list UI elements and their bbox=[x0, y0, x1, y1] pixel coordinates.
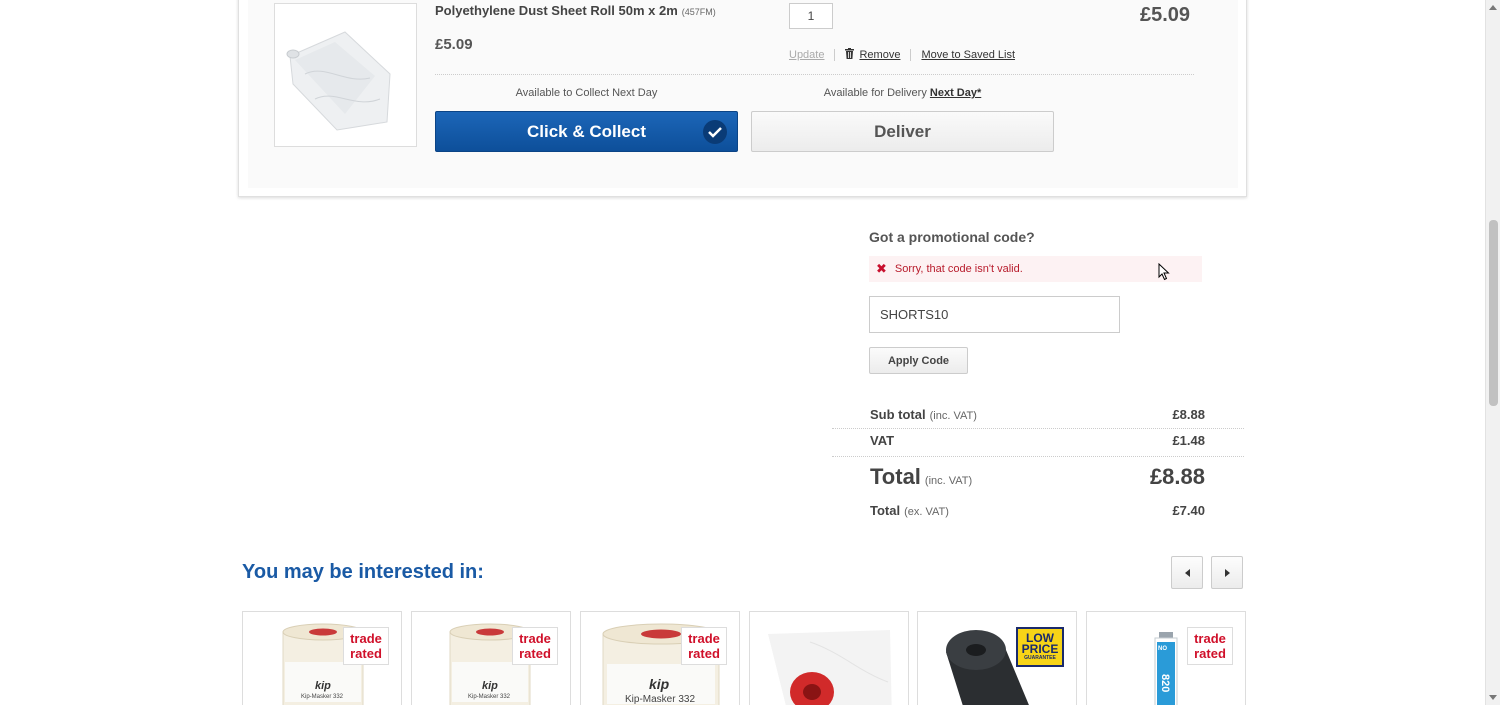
product-brand: kip bbox=[482, 680, 498, 692]
recommended-product-card[interactable]: NO 820 trade rated bbox=[1086, 611, 1246, 705]
recommended-product-card[interactable] bbox=[749, 611, 909, 705]
scrollbar-thumb[interactable] bbox=[1489, 220, 1498, 406]
vat-row: VAT £1.48 bbox=[870, 433, 1205, 448]
subtotal-label-group: Sub total (inc. VAT) bbox=[870, 406, 977, 424]
collect-availability: Available to Collect Next Day bbox=[515, 87, 658, 99]
total-value: £8.88 bbox=[1149, 464, 1205, 489]
product-name-text[interactable]: Polyethylene Dust Sheet Roll 50m x 2m bbox=[435, 3, 678, 18]
total-label: Total bbox=[870, 464, 921, 489]
plastic-sheet-roll-image bbox=[768, 630, 892, 705]
page-scrollbar[interactable] bbox=[1485, 0, 1500, 705]
move-to-saved-list-link[interactable]: Move to Saved List bbox=[921, 49, 1015, 61]
subtotal-note: (inc. VAT) bbox=[929, 410, 977, 422]
product-brand: kip bbox=[315, 680, 331, 692]
trash-icon bbox=[845, 48, 855, 59]
remove-link[interactable]: Remove bbox=[845, 48, 900, 61]
product-label: Kip-Masker 332 bbox=[625, 694, 696, 705]
subtotal-value: £8.88 bbox=[1172, 407, 1205, 422]
promo-error-message: ✖ Sorry, that code isn't valid. bbox=[869, 256, 1202, 282]
badge-trade-line2: rated bbox=[688, 646, 720, 661]
subtotal-row: Sub total (inc. VAT) £8.88 bbox=[870, 406, 1205, 424]
product-image[interactable] bbox=[274, 3, 417, 147]
delivery-availability: Available for Delivery Next Day* bbox=[751, 87, 1054, 99]
subtotal-label: Sub total bbox=[870, 407, 926, 422]
recommended-product-card[interactable]: LOW PRICE GUARANTEE bbox=[917, 611, 1077, 705]
product-label: Kip-Masker 332 bbox=[301, 694, 344, 700]
scroll-down-arrow-icon[interactable] bbox=[1489, 695, 1497, 700]
click-and-collect-button[interactable]: Click & Collect bbox=[435, 111, 738, 152]
delivery-availability-prefix: Available for Delivery bbox=[823, 87, 927, 99]
recommended-product-card[interactable]: kip Kip-Masker 332 trade rated bbox=[411, 611, 571, 705]
vat-value: £1.48 bbox=[1172, 433, 1205, 448]
trade-rated-badge: trade rated bbox=[1187, 627, 1233, 665]
total-note: (inc. VAT) bbox=[924, 475, 973, 487]
mouse-cursor-icon bbox=[1158, 263, 1170, 281]
badge-trade-line1: trade bbox=[519, 631, 551, 646]
remove-label[interactable]: Remove bbox=[859, 49, 900, 61]
promo-code-input[interactable] bbox=[869, 296, 1120, 333]
action-divider bbox=[834, 48, 836, 61]
product-side-number: 820 bbox=[1159, 674, 1171, 693]
badge-low-line2: PRICE bbox=[1021, 642, 1059, 656]
recommended-product-card[interactable]: kip Kip-Masker 332 trade rated bbox=[580, 611, 740, 705]
totals-divider bbox=[832, 456, 1244, 457]
total-ex-note: (ex. VAT) bbox=[904, 506, 949, 518]
product-label: Kip-Masker 332 bbox=[468, 694, 511, 700]
update-link[interactable]: Update bbox=[789, 49, 824, 61]
chevron-right-icon bbox=[1224, 568, 1230, 577]
unit-price: £5.09 bbox=[435, 36, 473, 53]
badge-trade-line1: trade bbox=[688, 631, 720, 646]
apply-code-button[interactable]: Apply Code bbox=[869, 347, 968, 374]
total-ex-label-group: Total (ex. VAT) bbox=[870, 502, 949, 520]
product-code: (457FM) bbox=[681, 7, 716, 17]
badge-trade-line2: rated bbox=[1194, 646, 1226, 661]
scroll-up-arrow-icon[interactable] bbox=[1489, 5, 1497, 10]
next-day-link[interactable]: Next Day* bbox=[930, 87, 981, 99]
badge-trade-line1: trade bbox=[350, 631, 382, 646]
vat-label: VAT bbox=[870, 433, 895, 448]
deliver-label: Deliver bbox=[874, 121, 931, 141]
promo-title: Got a promotional code? bbox=[869, 229, 1035, 245]
total-ex-label: Total bbox=[870, 503, 901, 518]
total-inc-vat-row: Total (inc. VAT) £8.88 bbox=[870, 464, 1205, 490]
carousel-next-button[interactable] bbox=[1211, 556, 1243, 589]
checkmark-icon bbox=[703, 120, 727, 144]
total-label-group: Total (inc. VAT) bbox=[870, 464, 972, 490]
carousel-prev-button[interactable] bbox=[1171, 556, 1203, 589]
action-divider bbox=[910, 48, 912, 61]
recommended-product-card[interactable]: kip Kip-Masker 332 trade rated bbox=[242, 611, 402, 705]
badge-low-line3: GUARANTEE bbox=[1024, 655, 1056, 661]
item-actions: Update Remove Move to Saved List bbox=[789, 48, 1015, 61]
low-price-guarantee-badge: LOW PRICE GUARANTEE bbox=[1016, 627, 1064, 667]
trade-rated-badge: trade rated bbox=[512, 627, 558, 665]
badge-trade-line2: rated bbox=[350, 646, 382, 661]
item-divider bbox=[435, 74, 1194, 75]
click-and-collect-label: Click & Collect bbox=[526, 121, 647, 141]
line-price: £5.09 bbox=[1140, 4, 1191, 26]
product-brand: kip bbox=[649, 676, 670, 692]
total-ex-value: £7.40 bbox=[1172, 503, 1205, 518]
quantity-input[interactable] bbox=[789, 3, 833, 29]
product-side-label: NO bbox=[1158, 646, 1167, 652]
trade-rated-badge: trade rated bbox=[681, 627, 727, 665]
badge-trade-line2: rated bbox=[519, 646, 551, 661]
promo-error-text: Sorry, that code isn't valid. bbox=[894, 263, 1023, 275]
badge-trade-line1: trade bbox=[1194, 631, 1226, 646]
error-x-icon: ✖ bbox=[876, 261, 887, 276]
chevron-left-icon bbox=[1184, 568, 1190, 577]
recommendations-title: You may be interested in: bbox=[242, 561, 484, 583]
trade-rated-badge: trade rated bbox=[343, 627, 389, 665]
product-name[interactable]: Polyethylene Dust Sheet Roll 50m x 2m (45… bbox=[435, 3, 716, 18]
deliver-button[interactable]: Deliver bbox=[751, 111, 1054, 152]
total-ex-vat-row: Total (ex. VAT) £7.40 bbox=[870, 502, 1205, 520]
totals-divider bbox=[832, 428, 1244, 429]
dust-sheet-roll-image bbox=[286, 31, 391, 131]
